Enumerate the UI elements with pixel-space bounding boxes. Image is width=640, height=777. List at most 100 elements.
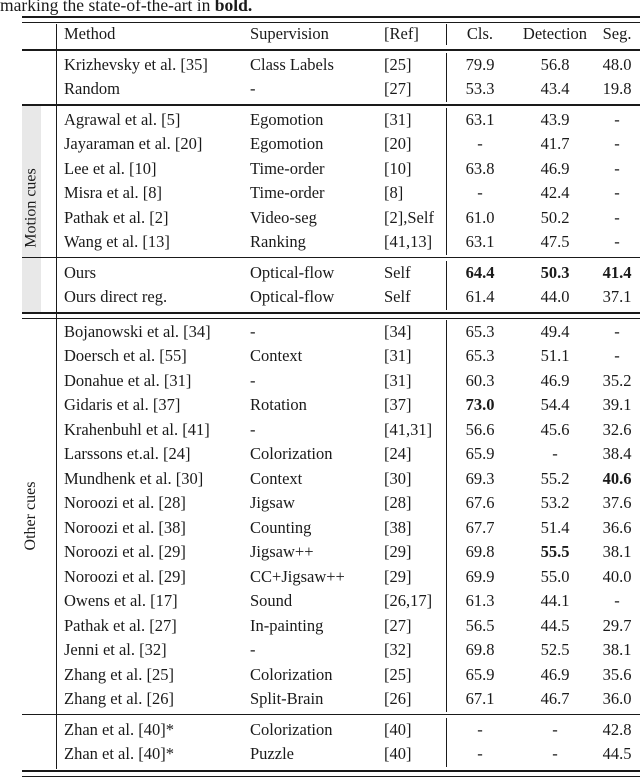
cell-detection: 56.8 [540, 54, 570, 74]
cell-cls: - [477, 134, 483, 153]
horizontal-rule [22, 311, 640, 319]
cell-method: Jenni et al. [32] [64, 640, 167, 659]
cell-cls: - [477, 183, 483, 202]
cell-detection: 46.9 [540, 370, 570, 390]
cell-method: Larssons et.al. [24] [64, 444, 191, 463]
table-row: Agrawal et al. [5] Egomotion [31] 63.1 43.9 - [22, 108, 640, 133]
cell-seg: 42.8 [602, 719, 632, 739]
cell-method: Misra et al. [8] [64, 183, 163, 202]
cell-ref: [26,17] [384, 591, 433, 610]
table-row: Misra et al. [8] Time-order [8] - 42.4 - [22, 181, 640, 206]
cell-seg: 35.2 [602, 370, 632, 390]
group-label-motion-cues: Motion cues [22, 168, 39, 248]
cell-ref: [2],Self [384, 207, 434, 227]
cell-method: Method [64, 24, 116, 43]
cell-supervision: Class Labels [250, 54, 334, 74]
cell-ref: [24] [384, 444, 412, 463]
cell-supervision: Context [250, 346, 303, 365]
cell-detection: 51.1 [540, 346, 570, 365]
cell-method: Ours direct reg. [64, 287, 168, 306]
cell-detection: Detection [522, 24, 588, 43]
cell-cls: 69.3 [465, 468, 495, 488]
table-row: Owens et al. [17] Sound [26,17] 61.3 44.1 - [22, 589, 640, 614]
cell-supervision: - [250, 640, 256, 659]
cell-ref: [38] [384, 517, 412, 537]
cell-ref: [Ref] [384, 24, 419, 43]
cell-detection: 55.2 [540, 468, 570, 488]
cell-method: Noroozi et al. [29] [64, 542, 186, 561]
cell-detection: 55.5 [540, 542, 570, 561]
cell-detection: - [552, 744, 558, 763]
cell-supervision: Counting [250, 517, 312, 537]
cell-seg: - [614, 232, 620, 251]
cell-method: Zhan et al. [40]* [64, 719, 174, 739]
table-row: Noroozi et al. [29] Jigsaw++ [29] 69.8 55.5 3… [22, 540, 640, 565]
table-row: Ours Optical-flow Self 64.4 50.3 41.4 [22, 261, 640, 286]
cell-cls: 63.1 [465, 232, 495, 251]
cell-method: Owens et al. [17] [64, 591, 178, 610]
cell-seg: 32.6 [602, 419, 632, 439]
table-row: Bojanowski et al. [34] - [34] 65.3 49.4 - [22, 320, 640, 345]
cell-seg: - [614, 591, 620, 610]
cell-detection: - [552, 719, 558, 739]
cell-detection: 44.5 [540, 615, 570, 635]
cell-detection: 51.4 [540, 517, 570, 537]
cell-cls: 69.8 [465, 640, 495, 659]
cell-cls: 79.9 [465, 54, 495, 74]
table-row: Doersch et al. [55] Context [31] 65.3 51.1 - [22, 344, 640, 369]
table-row: Noroozi et al. [28] Jigsaw [28] 67.6 53.2 37.… [22, 491, 640, 516]
cell-seg: 19.8 [602, 79, 632, 98]
cell-method: Agrawal et al. [5] [64, 109, 181, 129]
cell-detection: 44.1 [540, 591, 570, 610]
cell-ref: [8] [384, 183, 404, 202]
cell-ref: [40] [384, 719, 412, 739]
cell-method: Bojanowski et al. [34] [64, 321, 211, 341]
cell-method: Wang et al. [13] [64, 232, 170, 251]
cell-ref: [30] [384, 468, 412, 488]
cell-cls: 65.3 [465, 346, 495, 365]
cell-detection: 46.9 [540, 664, 570, 684]
cell-seg: 38.1 [602, 542, 632, 561]
cell-cls: - [477, 719, 483, 739]
cell-supervision: Colorization [250, 664, 333, 684]
cell-detection: 50.3 [540, 262, 570, 282]
cell-detection: 52.5 [540, 640, 570, 659]
table-row: Random - [27] 53.3 43.4 19.8 [22, 77, 640, 102]
cell-detection: - [552, 444, 558, 463]
cell-method: Doersch et al. [55] [64, 346, 187, 365]
cell-method: Pathak et al. [27] [64, 615, 177, 635]
cell-cls: 56.6 [465, 419, 495, 439]
cell-cls: 61.3 [465, 591, 495, 610]
table-row: Krizhevsky et al. [35] Class Labels [25] 79… [22, 53, 640, 78]
cell-cls: 65.9 [465, 664, 495, 684]
cell-ref: [31] [384, 346, 412, 365]
table-row: Krahenbuhl et al. [41] - [41,31] 56.6 45.6 32… [22, 418, 640, 443]
cell-seg: 40.6 [602, 468, 632, 488]
cell-method: Random [64, 79, 120, 98]
cell-supervision: Video-seg [250, 207, 317, 227]
cell-supervision: Context [250, 468, 303, 488]
table-row: Noroozi et al. [29] CC+Jigsaw++ [29] 69.9 55… [22, 565, 640, 590]
cell-ref: Self [384, 287, 411, 306]
cell-seg: 36.6 [602, 517, 632, 537]
table-header-row: Method Supervision [Ref] Cls. Detection Seg. [22, 22, 640, 47]
cell-detection: 54.4 [540, 395, 570, 414]
cell-seg: - [614, 183, 620, 202]
cell-cls: 65.9 [465, 444, 495, 463]
results-table: Method Supervision [Ref] Cls. Detection Seg. K… [22, 16, 640, 777]
cell-seg: - [614, 134, 620, 153]
cell-ref: [31] [384, 370, 412, 390]
cell-method: Zhan et al. [40]* [64, 744, 174, 763]
cell-seg: 38.1 [602, 640, 632, 659]
cell-detection: 46.9 [540, 158, 570, 178]
cell-method: Krahenbuhl et al. [41] [64, 419, 210, 439]
cell-supervision: Supervision [250, 24, 329, 43]
horizontal-rule [22, 769, 640, 777]
table-row: Gidaris et al. [37] Rotation [37] 73.0 54.4 3… [22, 393, 640, 418]
table-row: Pathak et al. [27] In-painting [27] 56.5 44.… [22, 614, 640, 639]
cell-cls: 63.8 [465, 158, 495, 178]
cell-seg: 39.1 [602, 395, 632, 414]
cell-seg: 38.4 [602, 444, 632, 463]
cell-supervision: - [250, 321, 256, 341]
table-row: Zhan et al. [40]* Colorization [40] - - 42.8 [22, 718, 640, 743]
